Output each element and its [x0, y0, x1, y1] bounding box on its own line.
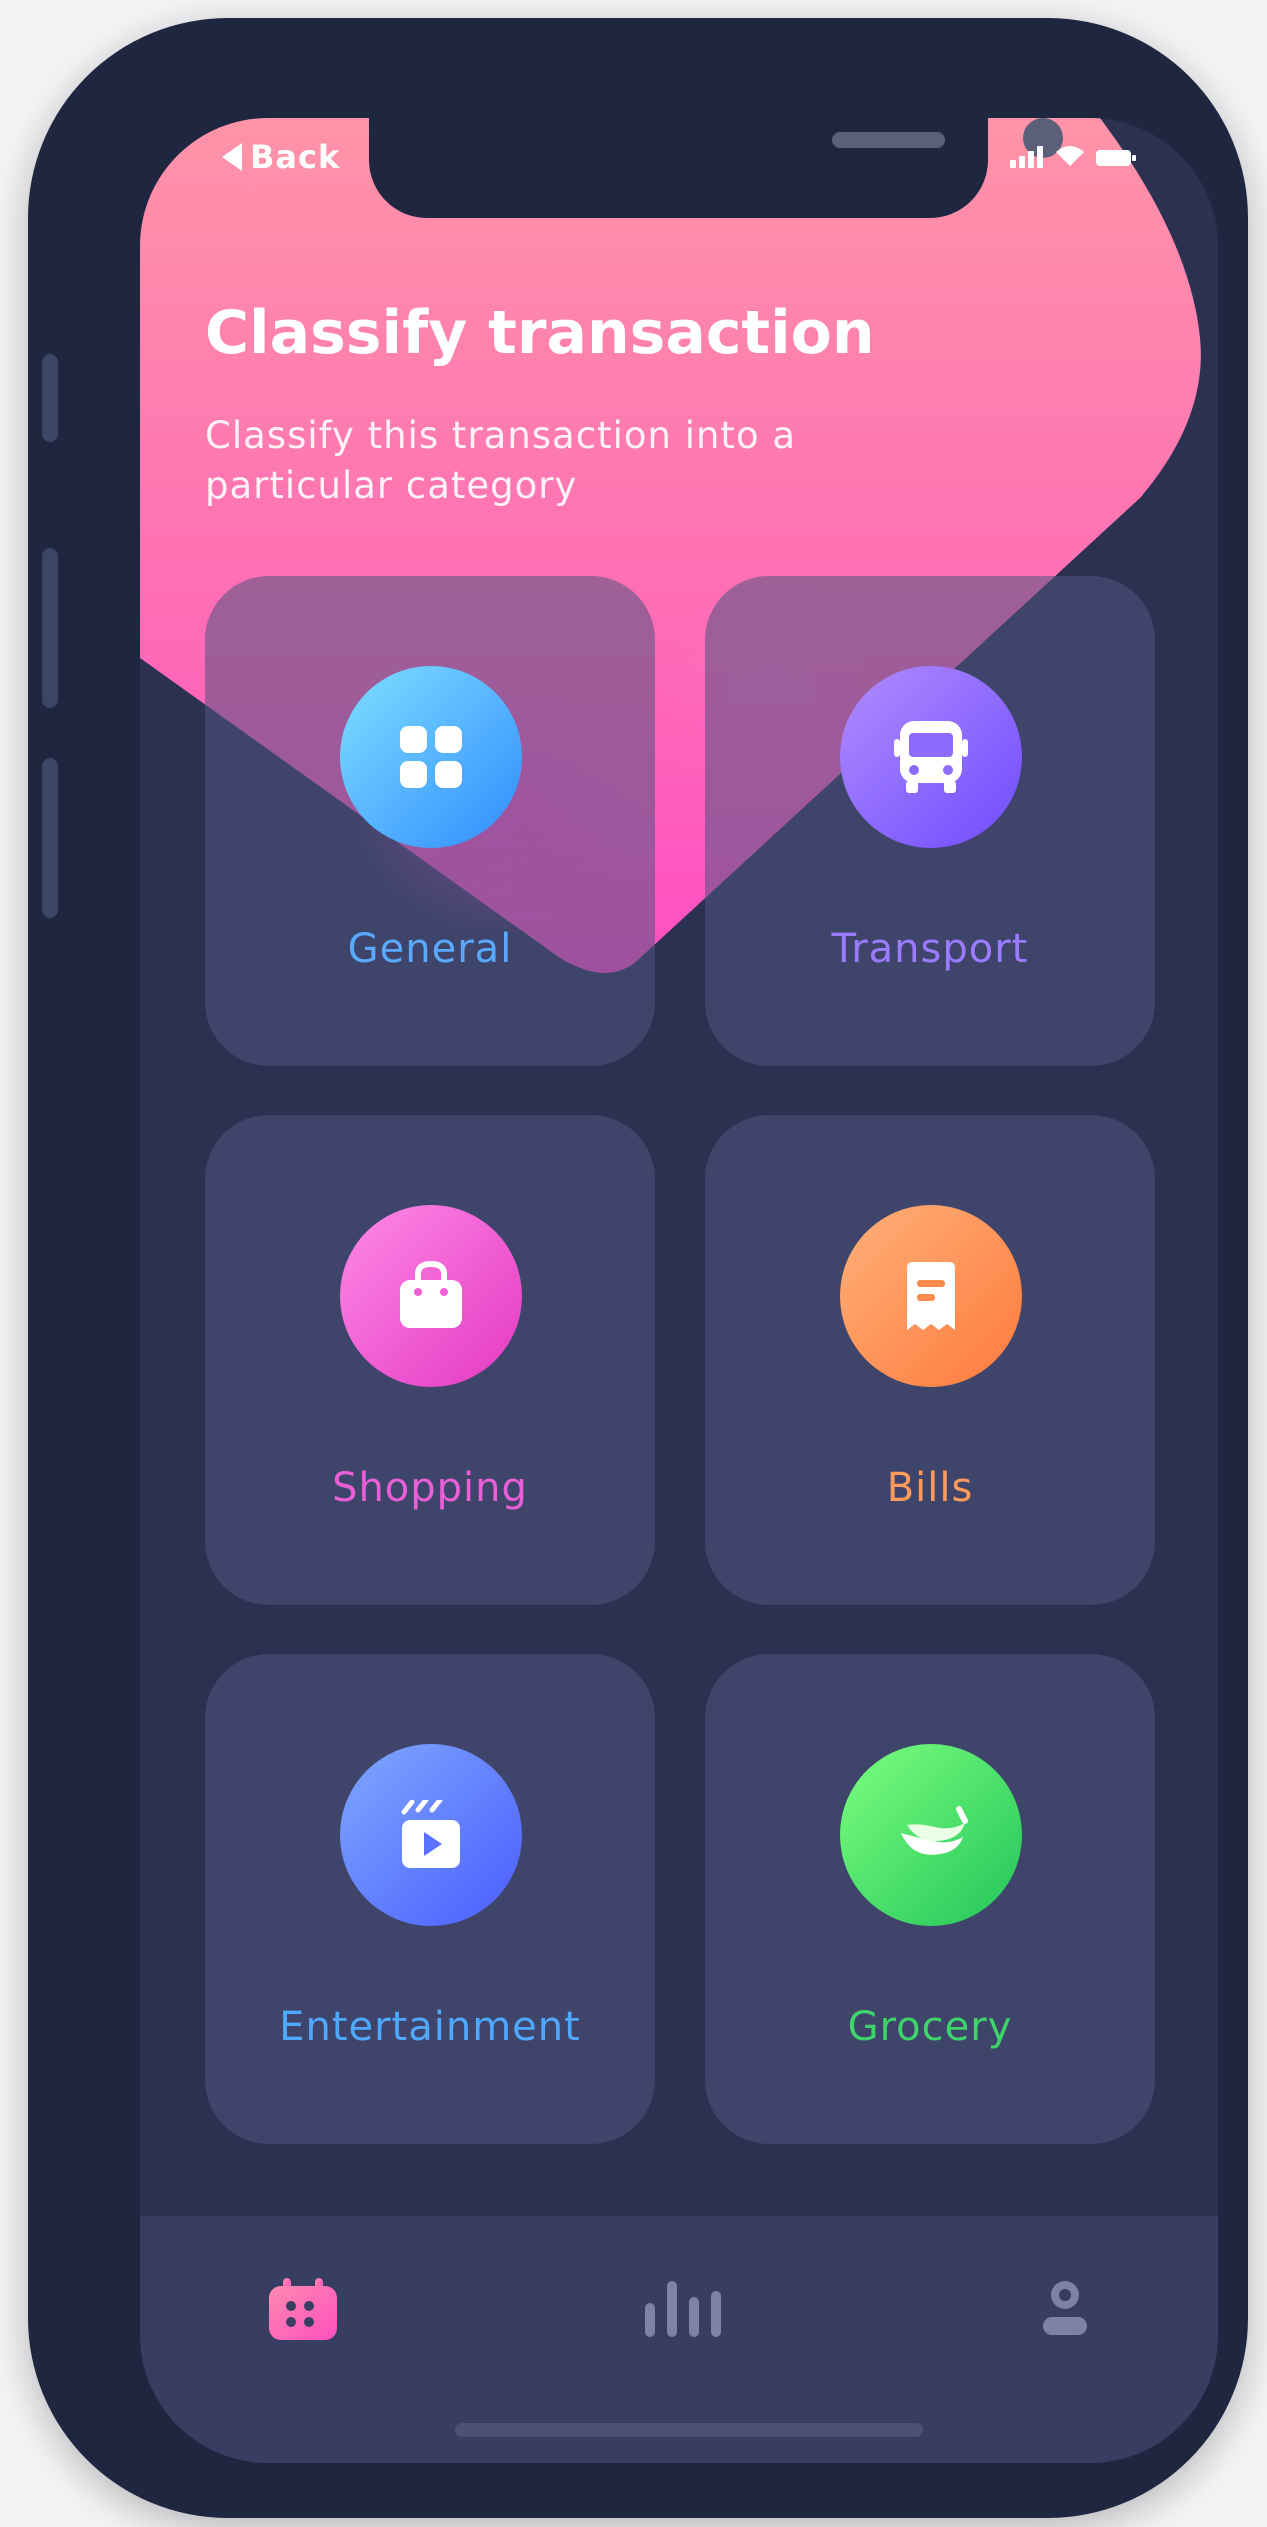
speaker	[832, 132, 945, 148]
category-label: Shopping	[332, 1465, 528, 1511]
category-label: Transport	[831, 926, 1029, 972]
tab-stats[interactable]	[638, 2264, 728, 2354]
transport-icon-circle	[840, 666, 1022, 848]
category-card-entertainment[interactable]: Entertainment	[205, 1654, 655, 2144]
grocery-icon-circle	[840, 1744, 1022, 1926]
shopping-icon-circle	[340, 1205, 522, 1387]
screen: Back Classify transaction Classify this …	[140, 118, 1218, 2463]
signal-icon	[1010, 146, 1043, 168]
category-card-transport[interactable]: Transport	[705, 576, 1155, 1066]
volume-down-button	[42, 758, 58, 918]
phone-frame: Back Classify transaction Classify this …	[28, 18, 1248, 2518]
category-card-shopping[interactable]: Shopping	[205, 1115, 655, 1605]
status-icons	[1010, 144, 1136, 168]
category-label: Grocery	[847, 2004, 1013, 2050]
profile-icon	[1043, 2281, 1087, 2335]
notch	[369, 118, 1063, 218]
back-arrow-icon	[222, 143, 242, 171]
back-button[interactable]: Back	[222, 138, 340, 176]
tab-calendar[interactable]	[258, 2264, 348, 2354]
entertainment-icon-circle	[340, 1744, 522, 1926]
back-label: Back	[250, 138, 341, 176]
stats-icon	[645, 2281, 721, 2337]
volume-up-button	[42, 548, 58, 708]
category-card-general[interactable]: General	[205, 576, 655, 1066]
category-card-bills[interactable]: Bills	[705, 1115, 1155, 1605]
home-indicator	[455, 2423, 923, 2437]
tab-profile[interactable]	[1020, 2264, 1110, 2354]
category-label: Bills	[886, 1465, 974, 1511]
general-icon-circle	[340, 666, 522, 848]
calendar-icon	[269, 2278, 337, 2340]
mute-switch	[42, 354, 58, 442]
wifi-icon	[1056, 146, 1084, 166]
shopping-bag-icon	[400, 1260, 462, 1328]
page-subtitle: Classify this transaction into a particu…	[205, 414, 797, 507]
receipt-icon	[907, 1262, 955, 1330]
category-card-grocery[interactable]: Grocery	[705, 1654, 1155, 2144]
category-label: Entertainment	[279, 2004, 581, 2050]
grid-icon	[400, 726, 462, 788]
bus-icon	[894, 721, 968, 793]
banana-icon	[901, 1806, 968, 1855]
bills-icon-circle	[840, 1205, 1022, 1387]
battery-icon	[1096, 150, 1136, 166]
clapperboard-icon	[401, 1800, 460, 1868]
category-label: General	[347, 926, 513, 972]
page-title: Classify transaction	[205, 298, 875, 368]
